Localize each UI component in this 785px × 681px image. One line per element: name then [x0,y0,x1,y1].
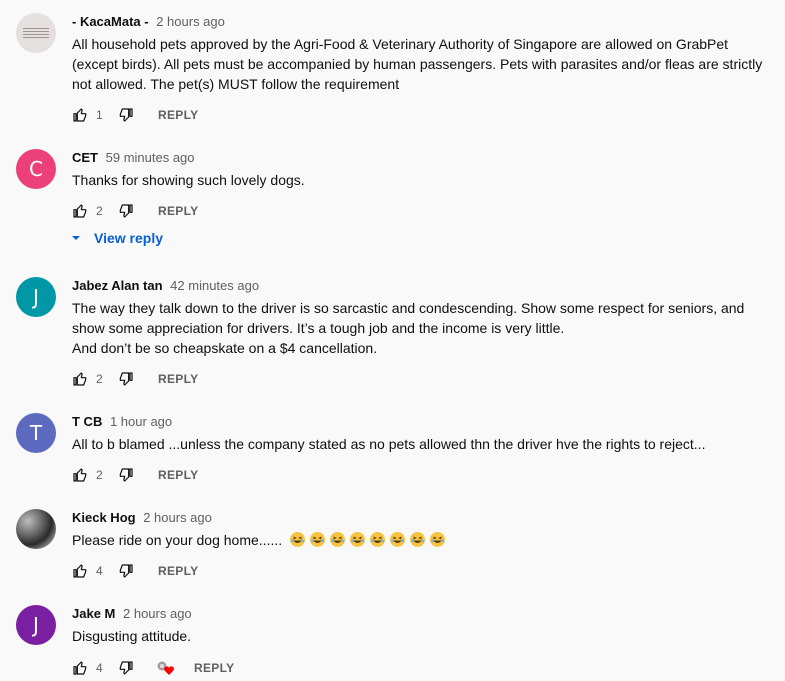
comment-text-line: The way they talk down to the driver is … [72,300,745,336]
creator-heart [156,660,176,676]
grinning-squinting-face-emoji [430,532,446,547]
avatar-letter: J [33,613,39,637]
author-name[interactable]: Jabez Alan tan [72,278,163,293]
thumbs-up-icon[interactable] [72,203,88,219]
comment-header: T CB 1 hour ago [72,414,172,429]
avatar-letter: J [33,285,39,309]
comment-actions: 4 REPLY [72,656,234,680]
reply-button[interactable]: REPLY [158,372,198,386]
avatar[interactable] [16,13,56,53]
comment-actions: 2 REPLY [72,367,198,391]
thumbs-down-icon[interactable] [118,467,134,483]
comment-header: Jabez Alan tan 42 minutes ago [72,278,259,293]
reply-button[interactable]: REPLY [158,204,198,218]
thumbs-up-icon[interactable] [72,371,88,387]
comment-header: Jake M 2 hours ago [72,606,192,621]
avatar[interactable] [16,509,56,549]
thumbs-down-icon[interactable] [118,660,134,676]
grinning-squinting-face-emoji [370,532,386,547]
timestamp[interactable]: 2 hours ago [123,606,192,621]
comment-actions: 4 REPLY [72,559,198,583]
reply-button[interactable]: REPLY [194,661,234,675]
comment-text: All to b blamed ...unless the company st… [72,436,706,452]
avatar[interactable]: J [16,277,56,317]
comment-text: Please ride on your dog home...... [72,530,772,550]
reply-button[interactable]: REPLY [158,108,198,122]
like-count: 4 [96,564,103,578]
comment-text-line: And don’t be so cheapskate on a $4 cance… [72,340,378,356]
comment-text: Thanks for showing such lovely dogs. [72,172,305,188]
view-reply-button[interactable]: View reply [68,230,163,246]
grinning-squinting-face-emoji [290,532,306,547]
thumbs-down-icon[interactable] [118,203,134,219]
reply-button[interactable]: REPLY [158,468,198,482]
like-count: 2 [96,204,103,218]
grinning-squinting-face-emoji [310,532,326,547]
author-name[interactable]: Jake M [72,606,115,621]
author-name[interactable]: Kieck Hog [72,510,136,525]
timestamp[interactable]: 1 hour ago [110,414,172,429]
timestamp[interactable]: 2 hours ago [156,14,225,29]
like-count: 4 [96,661,103,675]
grinning-squinting-face-emoji [330,532,346,547]
timestamp[interactable]: 42 minutes ago [170,278,259,293]
reply-button[interactable]: REPLY [158,564,198,578]
comment-header: CET 59 minutes ago [72,150,195,165]
comment-header: Kieck Hog 2 hours ago [72,510,212,525]
thumbs-up-icon[interactable] [72,563,88,579]
creator-heart-icon [157,661,174,675]
avatar-letter: C [29,157,43,181]
thumbs-down-icon[interactable] [118,563,134,579]
grinning-squinting-face-emoji [390,532,406,547]
avatar[interactable]: C [16,149,56,189]
comment-actions: 2 REPLY [72,199,198,223]
comment-text: The way they talk down to the driver is … [72,298,772,358]
comment-text: All household pets approved by the Agri-… [72,36,763,92]
comment-text-content: Please ride on your dog home...... [72,532,283,548]
like-count: 2 [96,468,103,482]
comment-actions: 1 REPLY [72,103,198,127]
thumbs-up-icon[interactable] [72,467,88,483]
comment-text: Disgusting attitude. [72,628,192,644]
emoji-row [282,532,446,548]
chevron-down-icon [72,236,80,240]
author-name[interactable]: T CB [72,414,102,429]
grinning-squinting-face-emoji [410,532,426,547]
comment-actions: 2 REPLY [72,463,198,487]
timestamp[interactable]: 2 hours ago [143,510,212,525]
thumbs-up-icon[interactable] [72,107,88,123]
author-name[interactable]: - KacaMata - [72,14,149,29]
comment-header: - KacaMata - 2 hours ago [72,14,225,29]
thumbs-up-icon[interactable] [72,660,88,676]
grinning-squinting-face-emoji [350,532,366,547]
avatar-letter: T [29,421,43,445]
thumbs-down-icon[interactable] [118,371,134,387]
author-name[interactable]: CET [72,150,98,165]
avatar[interactable]: J [16,605,56,645]
thumbs-down-icon[interactable] [118,107,134,123]
avatar[interactable]: T [16,413,56,453]
view-reply-label: View reply [94,230,164,246]
timestamp[interactable]: 59 minutes ago [106,150,195,165]
like-count: 2 [96,372,103,386]
like-count: 1 [96,108,103,122]
